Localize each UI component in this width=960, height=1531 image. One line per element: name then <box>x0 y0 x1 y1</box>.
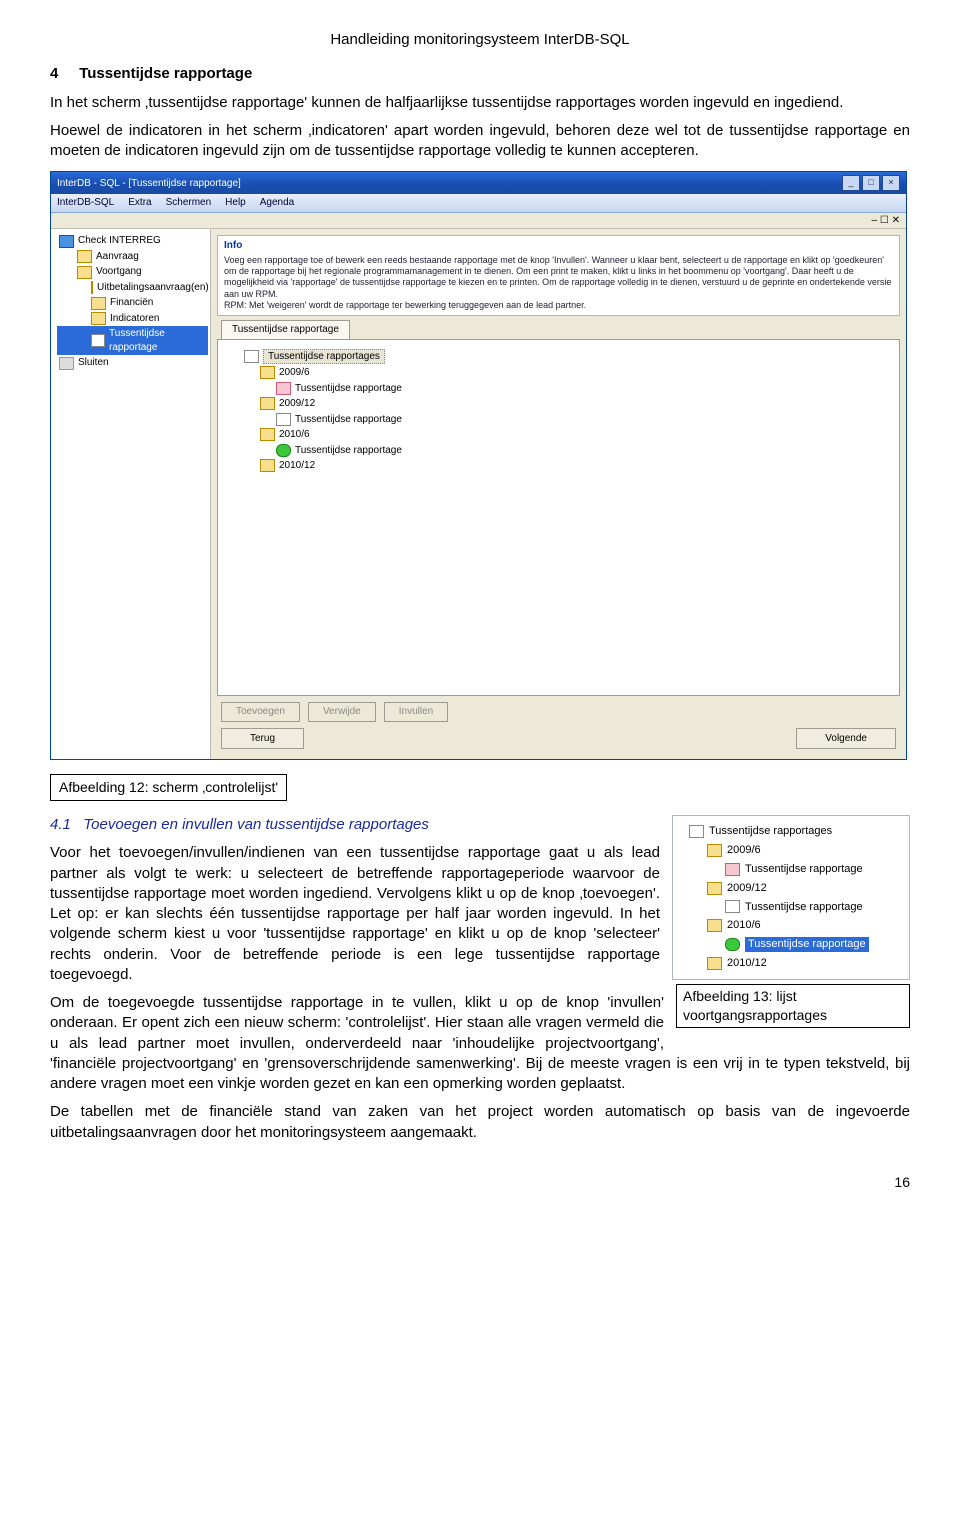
app-window: InterDB - SQL - [Tussentijdse rapportage… <box>50 171 907 760</box>
info-box: Info Voeg een rapportage toe of bewerk e… <box>217 235 900 316</box>
add-button[interactable]: Toevoegen <box>221 702 300 722</box>
main-panel: Info Voeg een rapportage toe of bewerk e… <box>211 229 906 759</box>
tree-period[interactable]: 2010/6 <box>689 916 901 935</box>
titlebar: InterDB - SQL - [Tussentijdse rapportage… <box>51 172 906 194</box>
mini-tree: Tussentijdse rapportages 2009/6 Tussenti… <box>672 815 910 980</box>
window-title: InterDB - SQL - [Tussentijdse rapportage… <box>57 177 241 191</box>
info-label: Info <box>224 240 893 253</box>
sidebar-item-selected[interactable]: Tussentijdse rapportage <box>57 326 208 355</box>
page-icon <box>244 350 259 363</box>
page-icon <box>91 334 105 347</box>
check-icon <box>725 938 740 951</box>
tab[interactable]: Tussentijdse rapportage <box>221 320 350 339</box>
sidebar-item[interactable]: Aanvraag <box>57 249 208 265</box>
tree-period[interactable]: 2010/6 <box>260 427 889 443</box>
folder-icon <box>260 459 275 472</box>
folder-icon <box>707 957 722 970</box>
tree-period[interactable]: 2009/12 <box>689 879 901 898</box>
tree-report[interactable]: Tussentijdse rapportage <box>689 898 901 917</box>
section-number: 4 <box>50 65 58 82</box>
menu-item[interactable]: InterDB-SQL <box>57 196 114 210</box>
tree-report-selected[interactable]: Tussentijdse rapportage <box>689 935 901 954</box>
tree-period[interactable]: 2009/6 <box>689 841 901 860</box>
folder-icon <box>260 397 275 410</box>
close-icon[interactable]: × <box>882 175 900 191</box>
menu-item[interactable]: Schermen <box>166 196 212 210</box>
section-title: Tussentijdse rapportage <box>79 65 252 82</box>
tree-root[interactable]: Tussentijdse rapportages <box>244 348 889 366</box>
folder-icon <box>260 428 275 441</box>
folder-icon <box>91 281 93 294</box>
folder-icon <box>77 266 92 279</box>
figure-caption-12: Afbeelding 12: scherm ‚controlelijst' <box>50 774 287 801</box>
info-text: RPM: Met 'weigeren' wordt de rapportage … <box>224 300 893 311</box>
button-row: Toevoegen Verwijde Invullen <box>217 696 900 722</box>
sidebar-root[interactable]: Check INTERREG <box>57 233 208 249</box>
next-button[interactable]: Volgende <box>796 728 896 750</box>
check-icon <box>276 444 291 457</box>
page-icon <box>689 825 704 838</box>
sidebar-item[interactable]: Indicatoren <box>57 311 208 327</box>
tree-root[interactable]: Tussentijdse rapportages <box>689 822 901 841</box>
menu-item[interactable]: Agenda <box>260 196 294 210</box>
tree-report[interactable]: Tussentijdse rapportage <box>276 412 889 428</box>
report-icon <box>725 863 740 876</box>
sidebar-item[interactable]: Voortgang <box>57 264 208 280</box>
page-header: Handleiding monitoringsysteem InterDB-SQ… <box>50 30 910 50</box>
folder-icon <box>707 919 722 932</box>
folder-icon <box>91 312 106 325</box>
tree-period[interactable]: 2010/12 <box>260 458 889 474</box>
page-icon <box>276 413 291 426</box>
close-folder-icon <box>59 357 74 370</box>
tree-report[interactable]: Tussentijdse rapportage <box>689 860 901 879</box>
figure-caption-13: Afbeelding 13: lijst voortgangsrapportag… <box>676 984 910 1028</box>
report-icon <box>276 382 291 395</box>
tree-report[interactable]: Tussentijdse rapportage <box>276 443 889 459</box>
tree-report[interactable]: Tussentijdse rapportage <box>276 381 889 397</box>
sidebar-item[interactable]: Uitbetalingsaanvraag(en) <box>57 280 208 296</box>
back-button[interactable]: Terug <box>221 728 304 750</box>
nav-row: Terug Volgende <box>217 722 900 754</box>
tree-period[interactable]: 2009/12 <box>260 396 889 412</box>
folder-icon <box>77 250 92 263</box>
paragraph: De tabellen met de financiële stand van … <box>50 1102 910 1143</box>
folder-icon <box>707 882 722 895</box>
subsection-title: Toevoegen en invullen van tussentijdse r… <box>83 816 429 833</box>
maximize-icon[interactable]: □ <box>862 175 880 191</box>
tree-period[interactable]: 2010/12 <box>689 954 901 973</box>
minimize-icon[interactable]: _ <box>842 175 860 191</box>
sidebar[interactable]: Check INTERREG Aanvraag Voortgang Uitbet… <box>51 229 211 759</box>
paragraph: Hoewel de indicatoren in het scherm ‚ind… <box>50 121 910 162</box>
menubar[interactable]: InterDB-SQL Extra Schermen Help Agenda <box>51 194 906 213</box>
folder-icon <box>91 297 106 310</box>
section-heading: 4 Tussentijdse rapportage <box>50 64 910 84</box>
page-number: 16 <box>50 1173 910 1192</box>
tree-period[interactable]: 2009/6 <box>260 365 889 381</box>
menu-item[interactable]: Help <box>225 196 246 210</box>
page-icon <box>725 900 740 913</box>
subwindow-controls[interactable]: – ☐ ✕ <box>51 213 906 230</box>
tree-panel[interactable]: Tussentijdse rapportages 2009/6 Tussenti… <box>217 339 900 697</box>
info-text: Voeg een rapportage toe of bewerk een re… <box>224 255 893 300</box>
delete-button[interactable]: Verwijde <box>308 702 376 722</box>
sidebar-item[interactable]: Financiën <box>57 295 208 311</box>
fill-button[interactable]: Invullen <box>384 702 448 722</box>
folder-icon <box>59 235 74 248</box>
menu-item[interactable]: Extra <box>128 196 151 210</box>
subsection-number: 4.1 <box>50 816 71 833</box>
folder-icon <box>707 844 722 857</box>
sidebar-close[interactable]: Sluiten <box>57 355 208 371</box>
folder-icon <box>260 366 275 379</box>
window-controls[interactable]: _ □ × <box>842 175 900 191</box>
paragraph: In het scherm ‚tussentijdse rapportage' … <box>50 93 910 113</box>
